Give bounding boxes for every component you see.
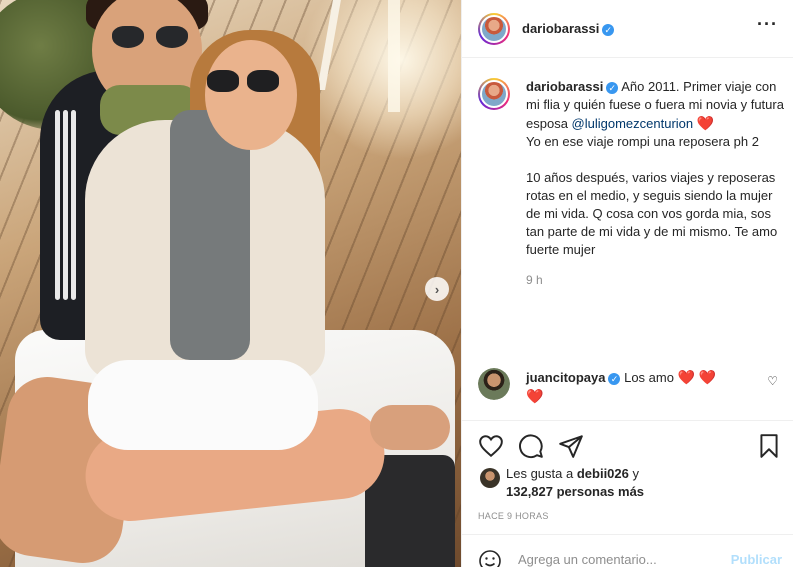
next-image-button[interactable]: › [425,277,449,301]
heart-emoji: ❤️ ❤️ [677,369,717,385]
caption-text: Yo en ese viaje rompi una reposera ph 2 [526,134,759,149]
like-comment-icon[interactable]: ♡ [767,374,778,388]
comment: juancitopaya ✓ Los amo ❤️ ❤️ ❤️ ♡ [478,368,786,406]
man-foot [370,405,450,450]
liker-username[interactable]: debii026 [577,466,629,481]
post-timestamp[interactable]: HACE 9 HORAS [478,511,549,521]
heart-emoji: ❤️ [696,115,715,131]
jacket-stripe [55,110,60,300]
verified-badge-icon: ✓ [602,23,615,36]
woman-sunglasses [207,70,281,94]
avatar[interactable] [478,13,510,45]
author-username[interactable]: dariobarassi [522,21,599,36]
heart-outline-icon[interactable] [478,433,504,459]
bookmark-icon[interactable] [756,433,782,459]
post-side-panel: dariobarassi ✓ ··· dariobarassi ✓ Año 2011… [461,0,793,567]
post-header: dariobarassi ✓ ··· [462,0,793,58]
likes-summary: Les gusta a debii026 y 132,827 personas … [478,465,778,501]
likes-prefix: Les gusta a [506,466,574,481]
man-sunglasses [112,26,190,50]
caption-time[interactable]: 9 h [526,273,786,287]
caption-username[interactable]: dariobarassi [526,79,603,94]
mention-link[interactable]: @luligomezcenturion [572,116,694,131]
avatar[interactable] [478,368,510,400]
woman-face [205,40,297,150]
avatar[interactable] [478,78,510,110]
jacket-stripe [63,110,68,300]
comment-text: Los amo [624,370,674,385]
likes-count[interactable]: 132,827 personas más [506,484,644,499]
comment-icon[interactable] [518,433,544,459]
paper-plane-icon[interactable] [558,433,584,459]
comment-input[interactable] [518,552,718,567]
more-options-icon[interactable]: ··· [757,14,778,35]
verified-badge-icon: ✓ [608,372,621,385]
publish-button[interactable]: Publicar [731,552,782,567]
jacket-stripe [71,110,76,300]
caption-text: 10 años después, varios viajes y reposer… [526,170,778,257]
white-skirt [88,360,318,450]
verified-badge-icon: ✓ [606,81,619,94]
chevron-right-icon: › [434,281,440,297]
comment-username[interactable]: juancitopaya [526,370,605,385]
heart-emoji: ❤️ [526,388,544,404]
likes-connector: y [632,466,640,481]
liker-avatar[interactable] [480,468,500,488]
smiley-icon[interactable] [478,549,502,567]
comment-composer: Publicar [462,534,793,567]
post-photo[interactable]: › [0,0,461,567]
post-caption: dariobarassi ✓ Año 2011. Primer viaje con… [478,78,786,287]
